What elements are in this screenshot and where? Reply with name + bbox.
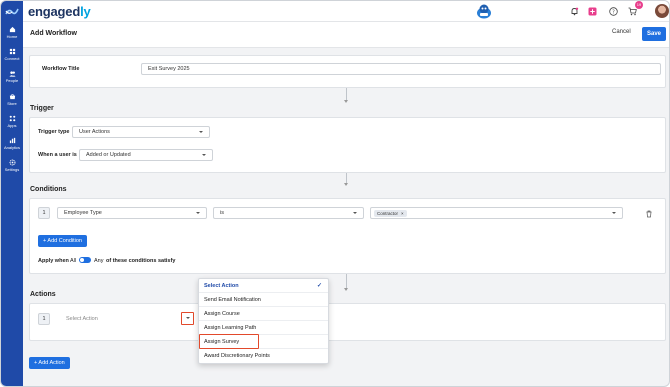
sidebar-item-apps[interactable]: Apps (1, 115, 23, 128)
trigger-type-label: Trigger type (38, 129, 70, 135)
home-icon (9, 26, 15, 33)
trigger-type-value: User Actions (79, 129, 110, 135)
action-select-placeholder: Select Action (66, 316, 98, 322)
help-icon[interactable]: ? (609, 7, 618, 16)
chevron-down-icon (202, 154, 206, 156)
settings-icon (9, 159, 15, 166)
svg-text:?: ? (612, 9, 615, 15)
sidebar-item-label: Settings (4, 167, 20, 172)
assign-survey-highlight (199, 334, 259, 349)
app-logo-icon[interactable] (5, 6, 19, 18)
sidebar-item-label: Apps (7, 123, 17, 128)
sidebar-item-people[interactable]: People (1, 70, 23, 83)
condition-field-select[interactable]: Employee Type (57, 207, 207, 219)
when-user-value: Added or Updated (86, 152, 131, 158)
chevron-down-icon (353, 212, 357, 214)
condition-operator-select[interactable]: is (213, 207, 364, 219)
add-condition-button[interactable]: + Add Condition (38, 235, 87, 247)
value-chip: Contractor × (374, 210, 407, 217)
chevron-down-icon (612, 212, 616, 214)
sidebar-item-analytics[interactable]: Analytics (1, 137, 23, 150)
sidebar-item-label: Store (7, 101, 17, 106)
cancel-button[interactable]: Cancel (612, 29, 631, 35)
apps-icon (9, 115, 15, 122)
workflow-title-input[interactable]: Exit Survey 2025 (141, 63, 661, 75)
action-dropdown-menu: Select Action ✓ Send Email Notification … (198, 278, 329, 364)
chevron-down-icon (196, 212, 200, 214)
conditions-section-title: Conditions (30, 186, 67, 193)
trigger-section-title: Trigger (30, 105, 54, 112)
cart-count-badge: 19 (635, 1, 643, 9)
chip-close-icon[interactable]: × (401, 211, 404, 216)
dropdown-option-send-email[interactable]: Send Email Notification (199, 293, 328, 307)
trigger-type-select[interactable]: User Actions (72, 126, 210, 138)
chevron-down-icon (199, 131, 203, 133)
chevron-down-icon (186, 317, 190, 319)
user-avatar[interactable] (655, 4, 669, 18)
save-button[interactable]: Save (642, 27, 666, 41)
apply-any-label: Any (94, 258, 104, 264)
flow-arrow-icon (344, 100, 348, 103)
sidebar-item-label: Connect (4, 56, 20, 61)
action-row-index: 1 (38, 313, 50, 325)
dropdown-option-assign-course[interactable]: Assign Course (199, 307, 328, 321)
top-bar: engagedly ? 19 (23, 1, 669, 22)
condition-operator-value: is (220, 210, 224, 216)
add-action-button[interactable]: + Add Action (29, 357, 70, 369)
flow-arrow-icon (344, 288, 348, 291)
check-icon: ✓ (316, 283, 322, 289)
add-icon[interactable] (588, 7, 597, 16)
actions-section-title: Actions (30, 291, 56, 298)
condition-value-select[interactable]: Contractor × (370, 207, 623, 219)
page-title: Add Workflow (30, 30, 77, 37)
when-user-label: When a user is (38, 152, 77, 158)
analytics-icon (9, 137, 15, 144)
dropdown-toggle-highlight[interactable] (181, 312, 194, 325)
apply-when-label: Apply when (38, 258, 69, 264)
sidebar-item-store[interactable]: Store (1, 93, 23, 106)
people-icon (8, 71, 16, 77)
sidebar-item-connect[interactable]: Connect (1, 48, 23, 61)
connect-icon (9, 48, 15, 55)
action-select[interactable]: Select Action (59, 313, 195, 325)
sidebar-item-label: Analytics (3, 145, 20, 150)
sidebar-item-settings[interactable]: Settings (1, 159, 23, 172)
condition-field-value: Employee Type (64, 210, 102, 216)
apply-suffix-label: of these conditions satisfy (106, 258, 176, 264)
flow-arrow-icon (344, 183, 348, 186)
apply-all-label: All (70, 258, 77, 264)
mascot-icon (477, 4, 491, 19)
dropdown-option-assign-learning-path[interactable]: Assign Learning Path (199, 321, 328, 335)
dropdown-option-award-points[interactable]: Award Discretionary Points (199, 349, 328, 363)
sidebar-item-home[interactable]: Home (1, 26, 23, 39)
condition-row-index: 1 (38, 207, 50, 219)
sidebar-item-label: Home (6, 34, 18, 39)
page-header: Add Workflow Cancel Save (23, 22, 669, 48)
sidebar-item-label: People (5, 78, 19, 83)
workflow-title-label: Workflow Title (42, 66, 80, 72)
store-icon (9, 93, 15, 100)
apply-mode-toggle[interactable] (79, 257, 91, 263)
dropdown-option-select-action[interactable]: Select Action ✓ (199, 279, 328, 293)
brand-logo[interactable]: engagedly (28, 4, 91, 19)
sidebar: Home Connect People Store Apps Analytics… (1, 1, 23, 386)
app-window: Home Connect People Store Apps Analytics… (0, 0, 670, 387)
trash-icon[interactable] (645, 210, 653, 218)
bell-icon[interactable] (570, 7, 579, 16)
when-user-select[interactable]: Added or Updated (79, 149, 213, 161)
cart-icon[interactable] (628, 7, 637, 16)
